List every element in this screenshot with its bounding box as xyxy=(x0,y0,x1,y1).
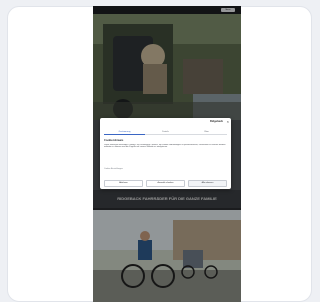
cookie-description: Diese Webseite verwendet Cookies. Wir ve… xyxy=(104,144,226,149)
cookie-buttons: Ablehnen Auswahl erlauben Alle zulassen xyxy=(104,180,227,187)
cookie-tabs: Zustimmung Details Über xyxy=(104,129,227,135)
allow-selection-button[interactable]: Auswahl erlauben xyxy=(146,180,185,187)
tab-details[interactable]: Details xyxy=(145,129,186,135)
tab-about[interactable]: Über xyxy=(186,129,227,135)
allow-all-button[interactable]: Alle zulassen xyxy=(188,180,227,187)
close-icon[interactable]: × xyxy=(227,119,229,124)
reject-button[interactable]: Ablehnen xyxy=(104,180,143,187)
cookie-settings-link[interactable]: Cookie-Einstellungen xyxy=(104,168,123,170)
cookie-heading: Cookie-Hinweis xyxy=(104,139,124,142)
cookie-consent-dialog: Ridgeback × Zustimmung Details Über Cook… xyxy=(100,118,231,189)
brand-logo: Ridgeback xyxy=(209,120,223,123)
tab-consent[interactable]: Zustimmung xyxy=(104,129,145,135)
